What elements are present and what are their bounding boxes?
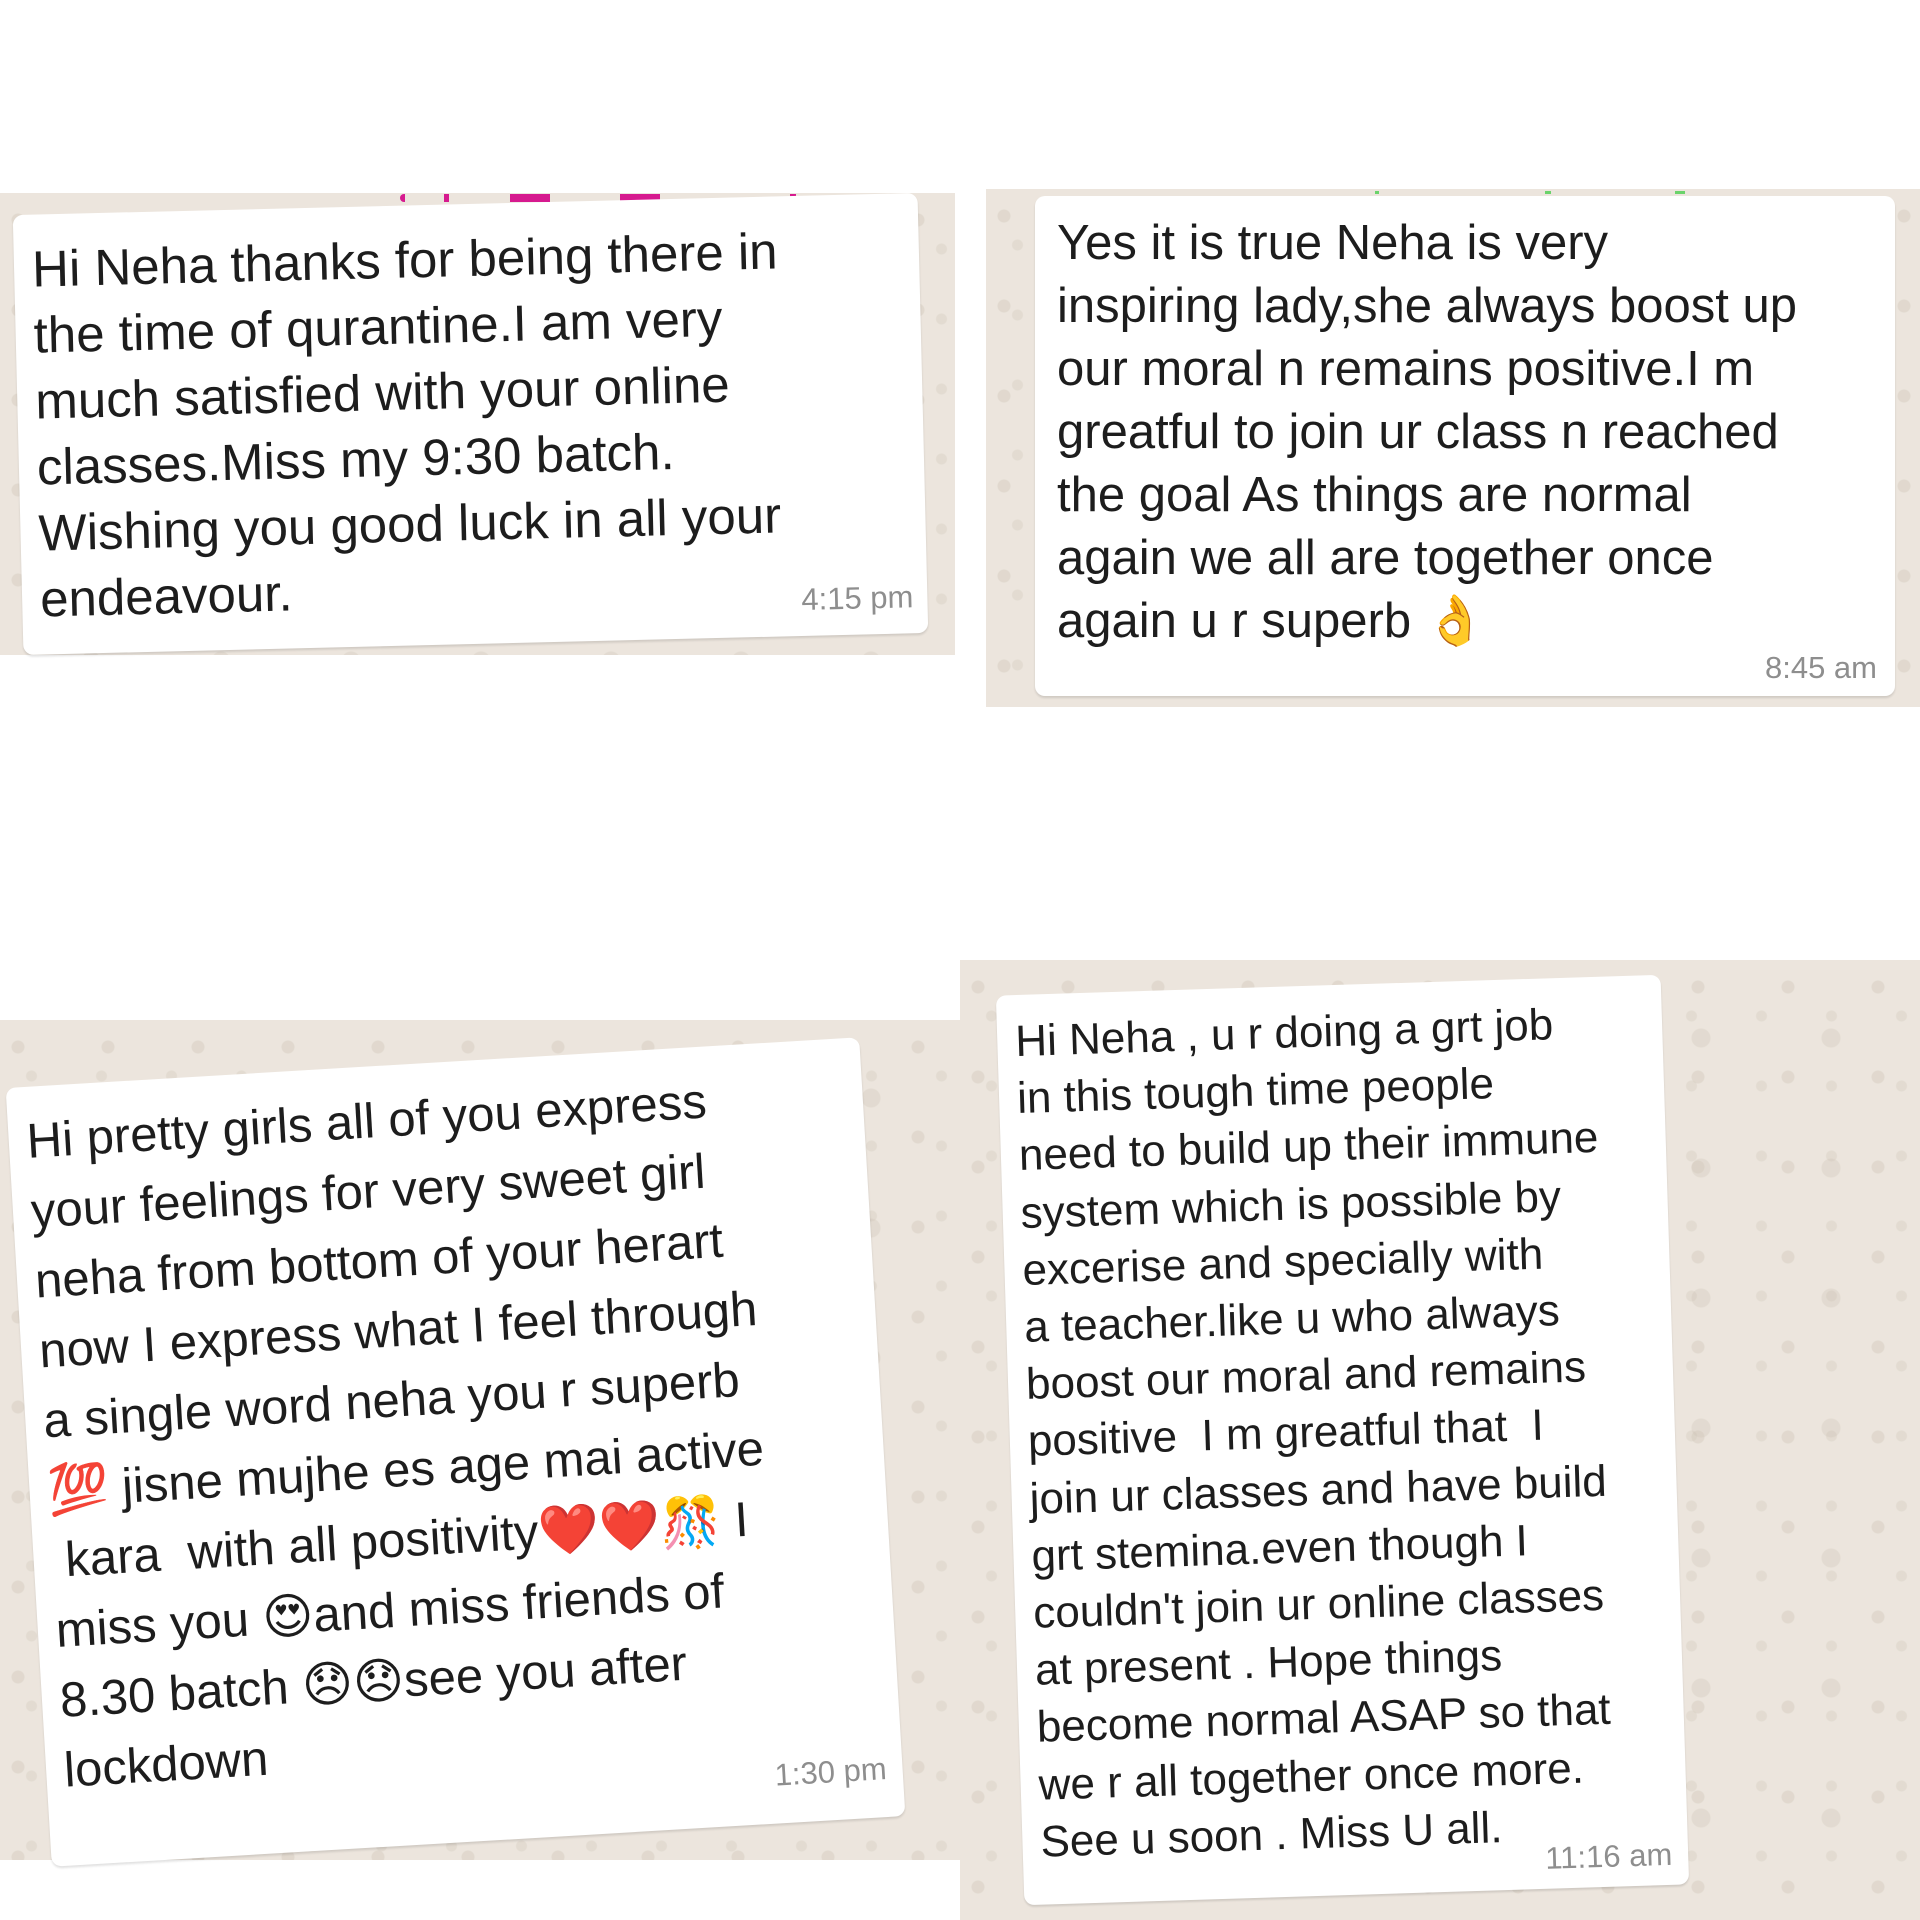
message-time-4: 11:16 am — [1544, 1836, 1673, 1876]
message-text-4: Hi Neha , u r doing a grt job in this to… — [1014, 1000, 1612, 1867]
message-bubble-4: Hi Neha , u r doing a grt job in this to… — [995, 974, 1690, 1906]
message-time-1: 4:15 pm — [800, 579, 914, 617]
message-text-1: Hi Neha thanks for being there in the ti… — [31, 222, 782, 628]
message-time-2: 8:45 am — [1764, 650, 1877, 685]
message-bubble-1: Hi Neha thanks for being there in the ti… — [12, 193, 929, 655]
message-bubble-2: Yes it is true Neha is very inspiring la… — [1035, 196, 1895, 696]
message-bubble-3: Hi pretty girls all of you express your … — [5, 1037, 906, 1867]
decorative-marks-green — [1375, 191, 1755, 194]
message-text-2: Yes it is true Neha is very inspiring la… — [1057, 216, 1797, 648]
message-time-3: 1:30 pm — [773, 1751, 888, 1793]
message-text-3: Hi pretty girls all of you express your … — [25, 1074, 766, 1798]
